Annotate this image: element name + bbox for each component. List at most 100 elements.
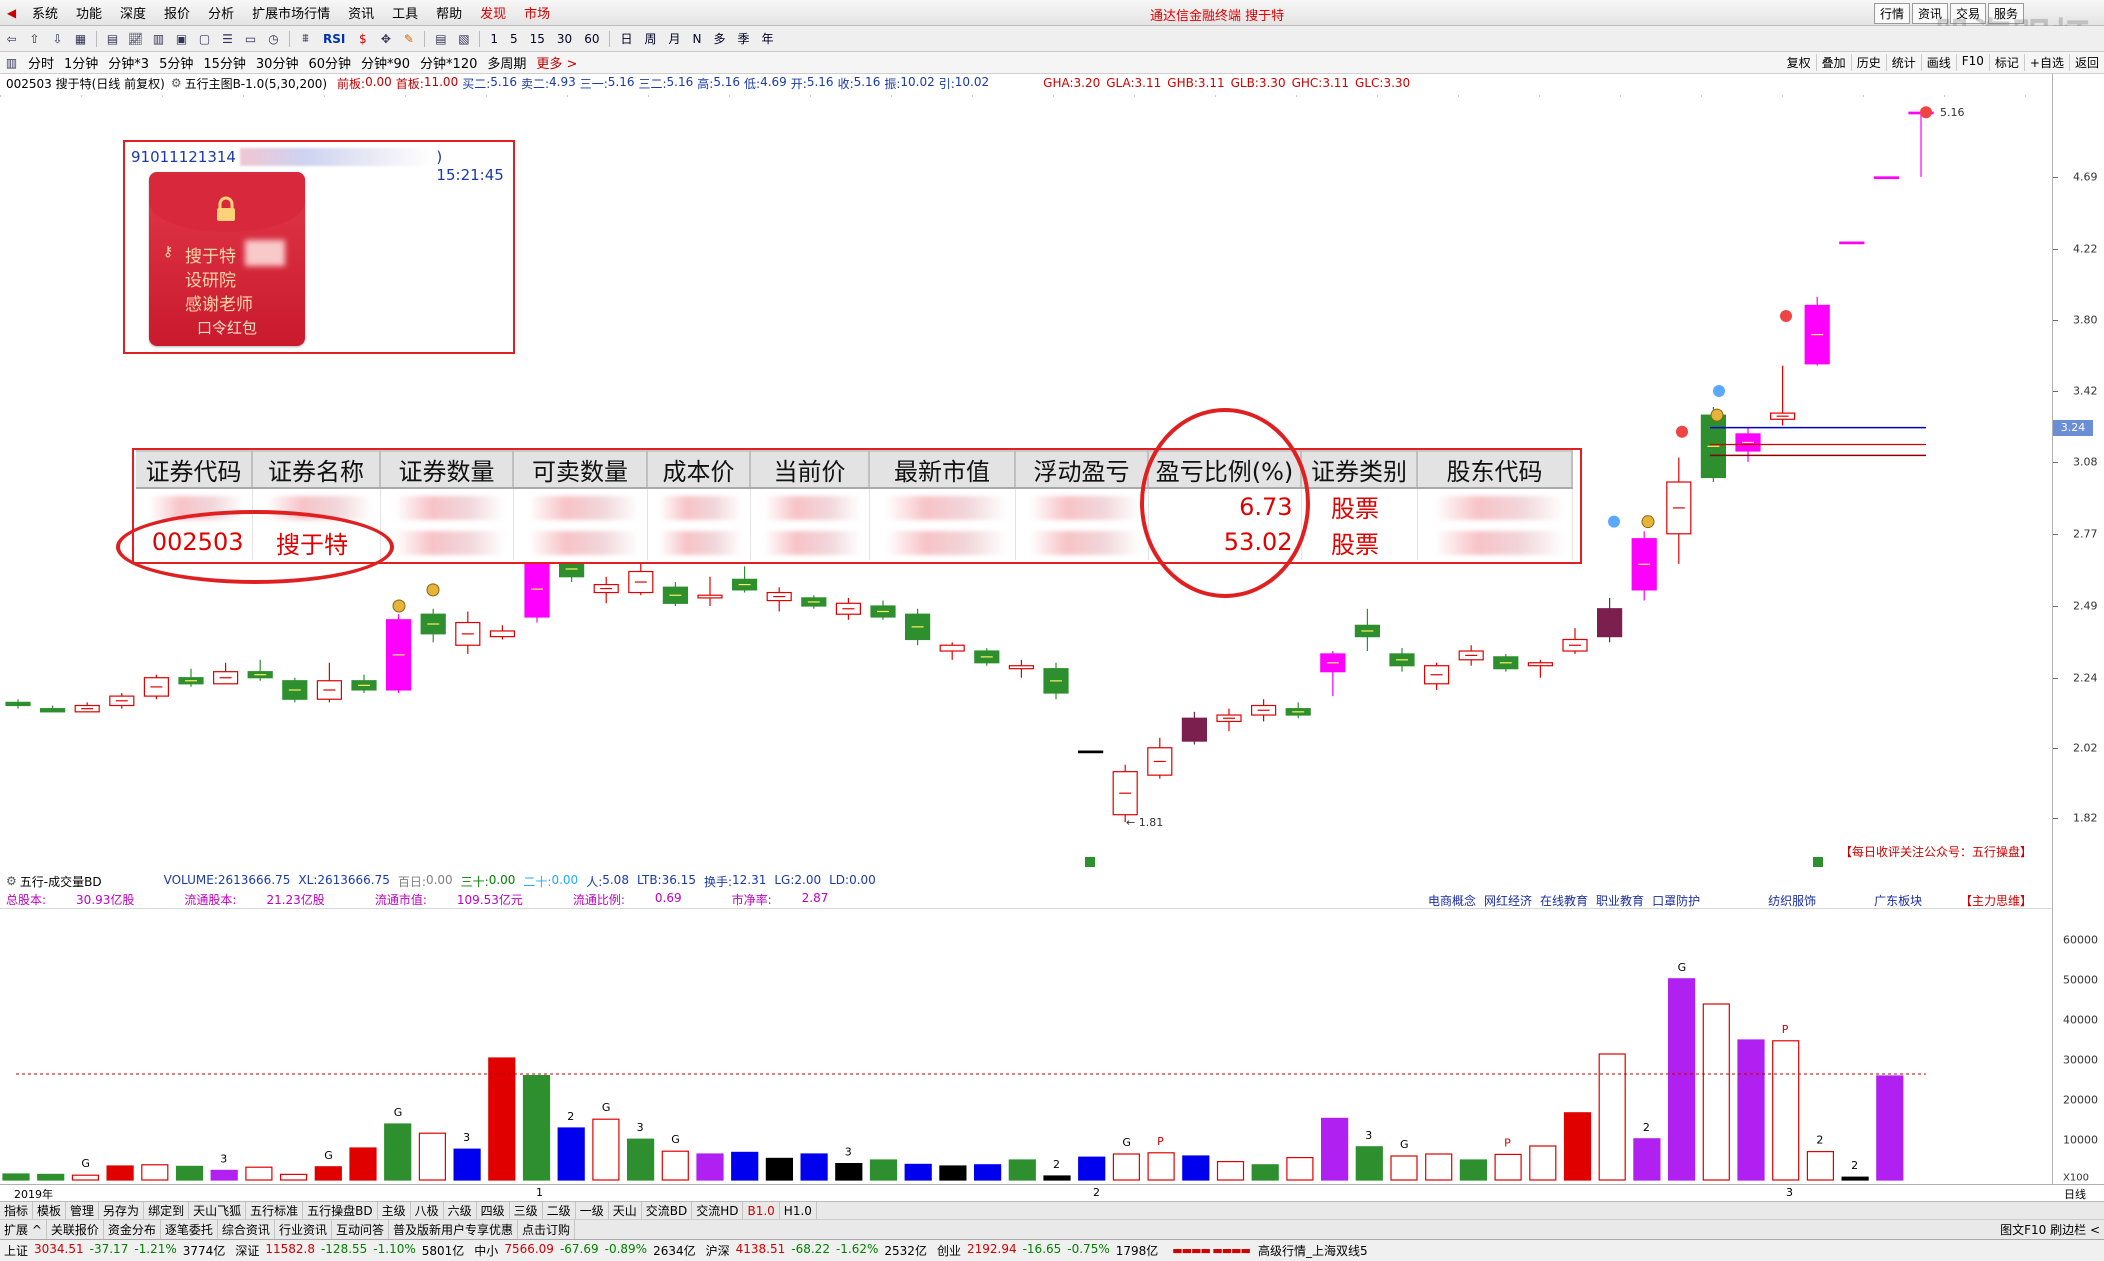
indicator-tab[interactable]: 管理 (66, 1202, 100, 1219)
menu-item[interactable]: 分析 (199, 3, 243, 22)
concept-tag[interactable]: 电商概念 (1428, 892, 1476, 909)
column-header[interactable]: 当前价 (750, 450, 870, 489)
period-tab[interactable]: 30分钟 (251, 53, 304, 72)
more-periods-link[interactable]: 更多 > (531, 53, 582, 72)
rsi-button[interactable]: RSI (317, 32, 351, 46)
indicator-tab[interactable]: 交流HD (692, 1202, 744, 1219)
column-header[interactable]: 浮动盈亏 (1015, 450, 1149, 489)
period-tab[interactable]: 分钟*90 (356, 53, 415, 72)
index-name[interactable]: 中小 (474, 1242, 498, 1259)
f6-icon[interactable]: ▧ (453, 29, 474, 49)
indicator-tab[interactable]: 另存为 (99, 1202, 145, 1219)
column-header[interactable]: 证券数量 (380, 450, 514, 489)
chart-tool-button[interactable]: F10 (1955, 54, 1989, 71)
period-tab[interactable]: 分钟*3 (103, 53, 154, 72)
extension-tab[interactable]: 点击订购 (518, 1220, 575, 1239)
period-n-button[interactable]: N (687, 32, 708, 46)
extension-tab[interactable]: 普及版新用户专享优惠 (389, 1220, 518, 1239)
indicator-tab[interactable]: 绑定到 (144, 1202, 190, 1219)
indicator-tab[interactable]: 指标 (0, 1202, 34, 1219)
up-arrow-icon[interactable]: ⇧ (24, 29, 45, 49)
indicator-tab[interactable]: 五行操盘BD (303, 1202, 378, 1219)
column-header[interactable]: 最新市值 (869, 450, 1016, 489)
menu-item[interactable]: 系统 (23, 3, 67, 22)
extension-tab[interactable]: 综合资讯 (218, 1220, 275, 1239)
extension-tab[interactable]: 资金分布 (104, 1220, 161, 1239)
menu-item[interactable]: 资讯 (339, 3, 383, 22)
down-arrow-icon[interactable]: ⇩ (47, 29, 68, 49)
chart-tool-button[interactable]: 叠加 (1815, 54, 1851, 71)
extension-tab[interactable]: 逐笔委托 (161, 1220, 218, 1239)
concept-tag[interactable]: 纺织服饰 (1768, 892, 1816, 909)
table-icon[interactable]: ▤ (102, 29, 123, 49)
indicator-tab[interactable]: 主级 (378, 1202, 411, 1219)
f10-sidebar-toggle[interactable]: 图文F10 刷边栏 < (2000, 1221, 2100, 1238)
concept-tag[interactable]: 广东板块 (1874, 892, 1922, 909)
chart-tool-button[interactable]: 历史 (1850, 54, 1886, 71)
indicator-gear-icon[interactable]: ⚙ (171, 76, 182, 90)
concept-tag[interactable]: 口罩防护 (1652, 892, 1700, 909)
dollar-icon[interactable]: $ (352, 29, 373, 49)
indicator-tab[interactable]: 八极 (411, 1202, 444, 1219)
indicator-tab[interactable]: 二级 (543, 1202, 576, 1219)
indicator-tab[interactable]: 天山 (609, 1202, 642, 1219)
list-icon[interactable]: ☰ (217, 29, 238, 49)
indicator-tab[interactable]: 五行标准 (246, 1202, 304, 1219)
menu-item[interactable]: 扩展市场行情 (243, 3, 339, 22)
indicator-tab[interactable]: B1.0 (743, 1202, 780, 1219)
index-name[interactable]: 沪深 (706, 1242, 730, 1259)
line-chart-icon[interactable]: 📈︎ (125, 29, 146, 49)
indicator-tab[interactable]: 天山飞狐 (189, 1202, 247, 1219)
period-1min-button[interactable]: 1 (484, 32, 504, 46)
period-tab[interactable]: 多周期 (482, 53, 531, 72)
period-tab[interactable]: 分时 (23, 53, 59, 72)
concept-tag[interactable]: 网红经济 (1484, 892, 1532, 909)
chart-tool-button[interactable]: 返回 (2068, 54, 2104, 71)
index-name[interactable]: 上证 (4, 1242, 28, 1259)
extension-tab[interactable]: 关联报价 (47, 1220, 104, 1239)
crosshair-icon[interactable]: ✥ (375, 29, 396, 49)
chart-tool-button[interactable]: 画线 (1920, 54, 1956, 71)
extension-tab[interactable]: 行业资讯 (275, 1220, 332, 1239)
column-header[interactable]: 证券类别 (1301, 450, 1418, 489)
period-month-button[interactable]: 月 (663, 30, 687, 47)
menu-item[interactable]: 功能 (67, 3, 111, 22)
concept-tag[interactable]: 在线教育 (1540, 892, 1588, 909)
f5-icon[interactable]: ▤ (430, 29, 451, 49)
kline-icon[interactable]: ⩩ (295, 29, 316, 49)
indicator-tab[interactable]: 交流BD (642, 1202, 693, 1219)
indicator-tab[interactable]: 六级 (444, 1202, 477, 1219)
menu-item[interactable]: 帮助 (427, 3, 471, 22)
column-header[interactable]: 证券名称 (252, 450, 381, 489)
column-header[interactable]: 可卖数量 (513, 450, 648, 489)
extension-tab[interactable]: 互动问答 (332, 1220, 389, 1239)
volume-title[interactable]: 五行-成交量BD (20, 873, 102, 890)
window-icon[interactable]: ▭ (240, 29, 261, 49)
clock-icon[interactable]: ◷ (263, 29, 284, 49)
period-multi-button[interactable]: 多 (708, 30, 732, 47)
period-tab[interactable]: 分钟*120 (415, 53, 482, 72)
red-packet[interactable]: ⚷ 搜于特 设研院 感谢老师 口令红包 (149, 172, 305, 346)
chart-tool-button[interactable]: 复权 (1782, 54, 1816, 71)
index-name[interactable]: 创业 (937, 1242, 961, 1259)
news-icon[interactable]: ▢ (194, 29, 215, 49)
index-name[interactable]: 深证 (235, 1242, 259, 1259)
bar-chart-icon[interactable]: ▥ (148, 29, 169, 49)
back-arrow-icon[interactable]: ⇦ (1, 29, 22, 49)
period-day-button[interactable]: 日 (614, 30, 638, 47)
menu-item-hot[interactable]: 发现 (471, 3, 515, 22)
menu-item[interactable]: 工具 (383, 3, 427, 22)
indicator-name[interactable]: 五行主图B-1.0(5,30,200) (185, 75, 327, 92)
period-5min-button[interactable]: 5 (504, 32, 524, 46)
indicator-tab[interactable]: H1.0 (780, 1202, 817, 1219)
layout-icon[interactable]: ▥ (1, 53, 22, 73)
period-tab[interactable]: 60分钟 (303, 53, 356, 72)
table-row[interactable]: 6.73 股票 (136, 488, 1573, 524)
indicator-tab[interactable]: 四级 (477, 1202, 510, 1219)
concept-tag[interactable]: 职业教育 (1596, 892, 1644, 909)
top-nav-button[interactable]: 行情 (1873, 2, 1910, 24)
menu-item[interactable]: 深度 (111, 3, 155, 22)
extension-tab[interactable]: 扩展 ^ (0, 1220, 47, 1239)
period-year-button[interactable]: 年 (756, 30, 780, 47)
indicator-tab[interactable]: 三级 (510, 1202, 543, 1219)
